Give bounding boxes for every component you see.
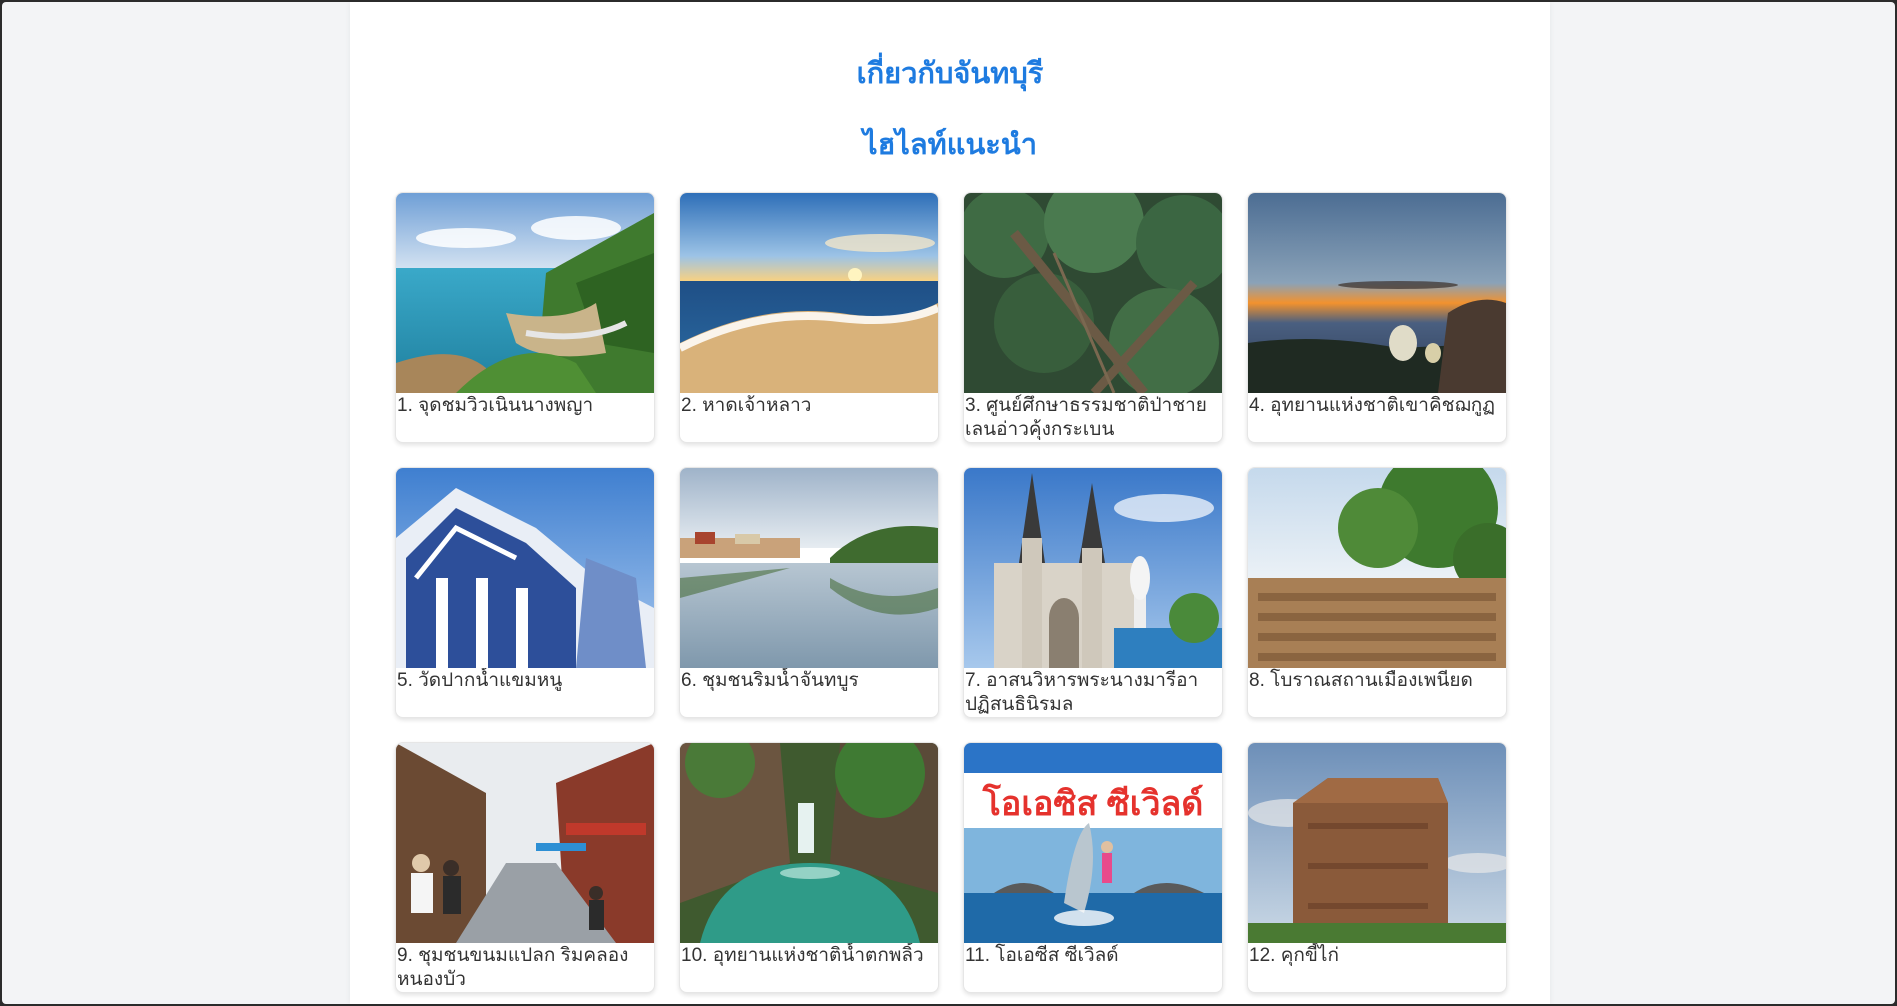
highlight-card[interactable]: 8. โบราณสถานเมืองเพนียด [1247,467,1507,718]
section-title: ไฮไลท์แนะนำ [863,127,1037,161]
card-label: 6. ชุมชนริมน้ำจันทบูร [681,670,859,691]
card-label: 4. อุทยานแห่งชาติเขาคิชฌกูฏ [1249,395,1496,416]
waterfall-pool-photo [680,743,938,943]
card-label: 11. โอเอซีส ซีเวิลด์ [965,945,1119,966]
cathedral-photo [964,468,1222,668]
brick-tower-photo [1248,743,1506,943]
mountain-dusk-photo [1248,193,1506,393]
beach-sunset-photo [680,193,938,393]
highlight-card[interactable]: 2. หาดเจ้าหลาว [679,192,939,443]
card-label: 8. โบราณสถานเมืองเพนียด [1249,670,1473,691]
blue-white-temple-photo [396,468,654,668]
highlight-card[interactable]: 5. วัดปากน้ำแขมหนู [395,467,655,718]
ancient-ruins-photo [1248,468,1506,668]
card-label: 1. จุดชมวิวเนินนางพญา [397,395,594,416]
card-label: 10. อุทยานแห่งชาติน้ำตกพลิ้ว [681,945,924,966]
dolphin-show-photo: โอเอซิส ซีเวิลด์ [964,743,1222,943]
card-label: 12. คุกขี้ไก่ [1249,945,1339,966]
highlight-card[interactable]: 10. อุทยานแห่งชาติน้ำตกพลิ้ว [679,742,939,993]
card-label: 2. หาดเจ้าหลาว [681,395,812,416]
browser-viewport: เกี่ยวกับจันทบุรี ไฮไลท์แนะนำ 1. จุดชมวิ… [2,2,1895,1004]
card-label: 9. ชุมชนขนมแปลก ริมคลองหนองบัว [397,945,629,990]
highlight-card[interactable]: 6. ชุมชนริมน้ำจันทบูร [679,467,939,718]
riverside-community-photo [680,468,938,668]
street-market-photo [396,743,654,943]
page-title: เกี่ยวกับจันทบุรี [856,56,1044,90]
card-label: 3. ศูนย์ศึกษาธรรมชาติป่าชายเลนอ่าวคุ้งกร… [965,395,1207,440]
card-label: 7. อาสนวิหารพระนางมารีอาปฏิสนธินิรมล [965,670,1199,715]
highlight-card[interactable]: โอเอซิส ซีเวิลด์ 11. โอเอซีส ซีเวิลด์ [963,742,1223,993]
highlight-card[interactable]: 12. คุกขี้ไก่ [1247,742,1507,993]
highlights-grid: 1. จุดชมวิวเนินนางพญา 2. หาดเจ้าหลาว 3. … [395,192,1507,993]
highlight-card[interactable]: 9. ชุมชนขนมแปลก ริมคลองหนองบัว [395,742,655,993]
highlight-card[interactable]: 7. อาสนวิหารพระนางมารีอาปฏิสนธินิรมล [963,467,1223,718]
highlight-card[interactable]: 3. ศูนย์ศึกษาธรรมชาติป่าชายเลนอ่าวคุ้งกร… [963,192,1223,443]
sign-text: โอเอซิส ซีเวิลด์ [982,783,1204,823]
coastal-road-cliff-photo [396,193,654,393]
card-label: 5. วัดปากน้ำแขมหนู [397,670,563,691]
highlight-card[interactable]: 4. อุทยานแห่งชาติเขาคิชฌกูฏ [1247,192,1507,443]
content-container: เกี่ยวกับจันทบุรี ไฮไลท์แนะนำ 1. จุดชมวิ… [350,2,1550,1004]
mangrove-walkway-photo [964,193,1222,393]
highlight-card[interactable]: 1. จุดชมวิวเนินนางพญา [395,192,655,443]
